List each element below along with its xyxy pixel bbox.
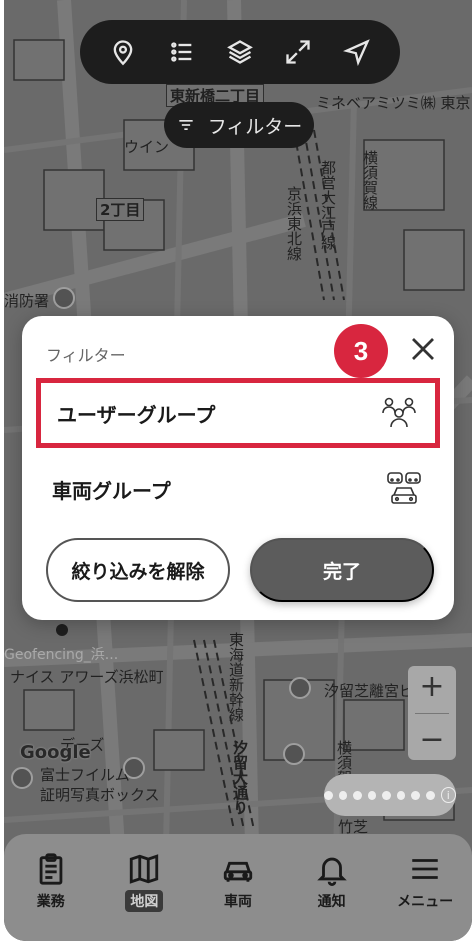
option-label: ユーザーグループ: [57, 402, 216, 427]
scale-dot: [396, 790, 406, 800]
expand-button[interactable]: [276, 30, 320, 74]
nav-label: メニュー: [397, 894, 454, 910]
nav-item-vehicles[interactable]: 車両: [198, 852, 278, 912]
filter-option-user-group[interactable]: ユーザーグループ: [36, 378, 440, 448]
filter-option-vehicle-group[interactable]: 車両グループ: [36, 454, 440, 524]
step-badge: 3: [334, 324, 388, 378]
scale-dot: [353, 790, 362, 800]
zoom-out-button[interactable]: −: [419, 724, 444, 755]
nav-label: 通知: [317, 894, 346, 910]
close-icon: [412, 338, 434, 360]
user-group-icon: [382, 397, 416, 428]
option-label: 車両グループ: [52, 478, 171, 503]
nav-item-notifications[interactable]: 通知: [292, 852, 372, 912]
zoom-divider: [415, 712, 449, 714]
car-icon: [223, 861, 253, 882]
list-button[interactable]: [160, 30, 204, 74]
scale-dot: [411, 790, 421, 800]
clipboard-icon: [39, 853, 63, 885]
nav-item-tasks[interactable]: 業務: [11, 852, 91, 912]
nav-item-map[interactable]: 地図: [104, 852, 184, 912]
location-button[interactable]: [101, 30, 145, 74]
filter-button[interactable]: フィルター: [164, 102, 314, 148]
navigate-arrow-icon: [342, 39, 370, 66]
zoom-in-button[interactable]: +: [419, 671, 444, 702]
dialog-title: フィルター: [46, 346, 126, 365]
navigate-button[interactable]: [335, 30, 379, 74]
bottom-navigation: 業務 地図 車両 通知 メニュー: [4, 834, 472, 941]
scale-dot: [338, 790, 348, 800]
menu-icon: [412, 859, 438, 879]
filter-icon: [179, 120, 193, 130]
layers-icon: [227, 40, 253, 64]
list-icon: [170, 42, 191, 62]
close-button[interactable]: [408, 334, 438, 364]
clear-filter-button[interactable]: 絞り込みを解除: [46, 538, 230, 602]
filter-button-label: フィルター: [207, 115, 303, 138]
app-frame: 東新橋二丁目 ミネベアミツミ㈱ 東京 ウイン 2丁目 消防署 都営大江戸線 京浜…: [4, 0, 472, 941]
map-toolbar: [80, 20, 400, 84]
nav-label: 地図: [125, 890, 164, 912]
scale-dot: [324, 790, 333, 800]
map-scale-bar[interactable]: i: [324, 774, 456, 816]
nav-label: 業務: [36, 894, 65, 910]
map-icon: [130, 854, 159, 884]
scale-dot: [426, 790, 435, 800]
nav-item-menu[interactable]: メニュー: [385, 852, 465, 912]
info-icon[interactable]: i: [440, 787, 456, 803]
filter-dialog: フィルター 3 ユーザーグループ 車両グループ 絞り込みを解除 完了: [22, 316, 454, 620]
vehicle-group-icon: [387, 472, 421, 504]
layers-button[interactable]: [218, 30, 262, 74]
expand-icon: [286, 40, 311, 64]
location-pin-icon: [113, 40, 133, 66]
scale-dot: [382, 790, 391, 800]
done-button[interactable]: 完了: [250, 538, 434, 602]
bell-icon: [316, 857, 347, 886]
zoom-control: + −: [408, 666, 456, 760]
nav-label: 車両: [223, 894, 252, 910]
scale-dot: [367, 790, 377, 800]
